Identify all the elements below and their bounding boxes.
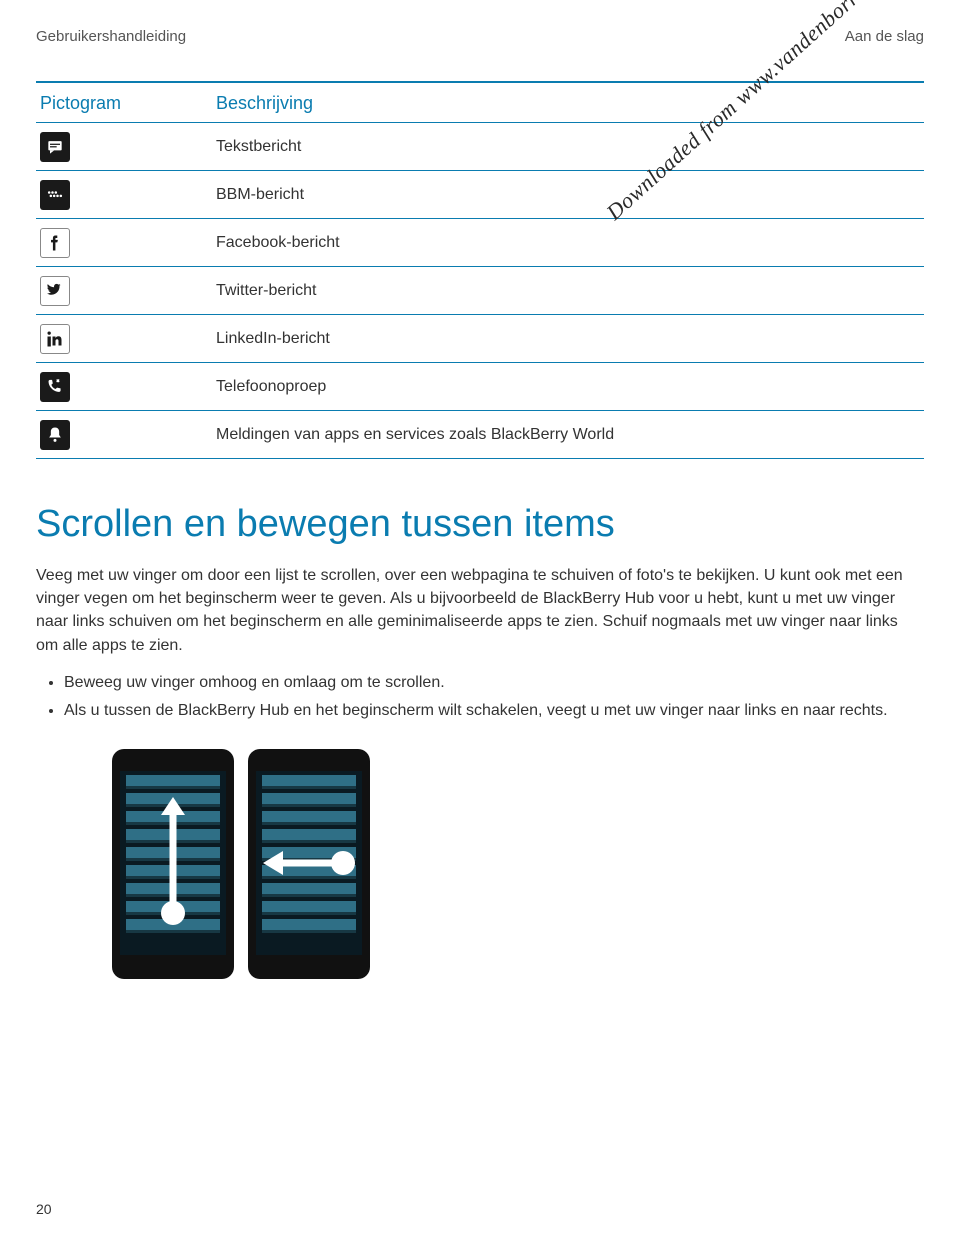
list-item: Als u tussen de BlackBerry Hub en het be… bbox=[64, 699, 924, 723]
section-paragraph: Veeg met uw vinger om door een lijst te … bbox=[36, 564, 924, 657]
row-desc: Tekstbericht bbox=[216, 138, 924, 156]
table-row: Meldingen van apps en services zoals Bla… bbox=[36, 411, 924, 459]
phone-call-icon bbox=[40, 372, 70, 402]
table-row: BBM-bericht bbox=[36, 171, 924, 219]
row-desc: BBM-bericht bbox=[216, 186, 924, 204]
twitter-icon bbox=[40, 276, 70, 306]
list-item: Beweeg uw vinger omhoog en omlaag om te … bbox=[64, 671, 924, 695]
table-row: Facebook-bericht bbox=[36, 219, 924, 267]
row-desc: LinkedIn-bericht bbox=[216, 330, 924, 348]
table-header-row: Pictogram Beschrijving bbox=[36, 81, 924, 123]
chapter-title: Aan de slag bbox=[845, 28, 924, 45]
text-message-icon bbox=[40, 132, 70, 162]
row-desc: Telefoonoproep bbox=[216, 378, 924, 396]
phone-illustration-scroll-vertical bbox=[112, 749, 234, 979]
bullet-list: Beweeg uw vinger omhoog en omlaag om te … bbox=[36, 671, 924, 723]
arrow-horizontal-icon bbox=[259, 843, 359, 883]
arrow-vertical-icon bbox=[154, 793, 192, 933]
facebook-icon bbox=[40, 228, 70, 258]
row-desc: Facebook-bericht bbox=[216, 234, 924, 252]
table-header-beschrijving: Beschrijving bbox=[216, 93, 924, 114]
table-header-pictogram: Pictogram bbox=[36, 93, 216, 114]
bbm-icon bbox=[40, 180, 70, 210]
bell-icon bbox=[40, 420, 70, 450]
section-heading: Scrollen en bewegen tussen items bbox=[36, 503, 924, 546]
row-desc: Twitter-bericht bbox=[216, 282, 924, 300]
table-row: Twitter-bericht bbox=[36, 267, 924, 315]
illustration-phones bbox=[112, 749, 924, 979]
doc-title: Gebruikershandleiding bbox=[36, 28, 186, 45]
table-row: LinkedIn-bericht bbox=[36, 315, 924, 363]
page-number: 20 bbox=[36, 1201, 52, 1217]
phone-illustration-swipe-horizontal bbox=[248, 749, 370, 979]
linkedin-icon bbox=[40, 324, 70, 354]
table-row: Telefoonoproep bbox=[36, 363, 924, 411]
table-row: Tekstbericht bbox=[36, 123, 924, 171]
row-desc: Meldingen van apps en services zoals Bla… bbox=[216, 426, 924, 444]
